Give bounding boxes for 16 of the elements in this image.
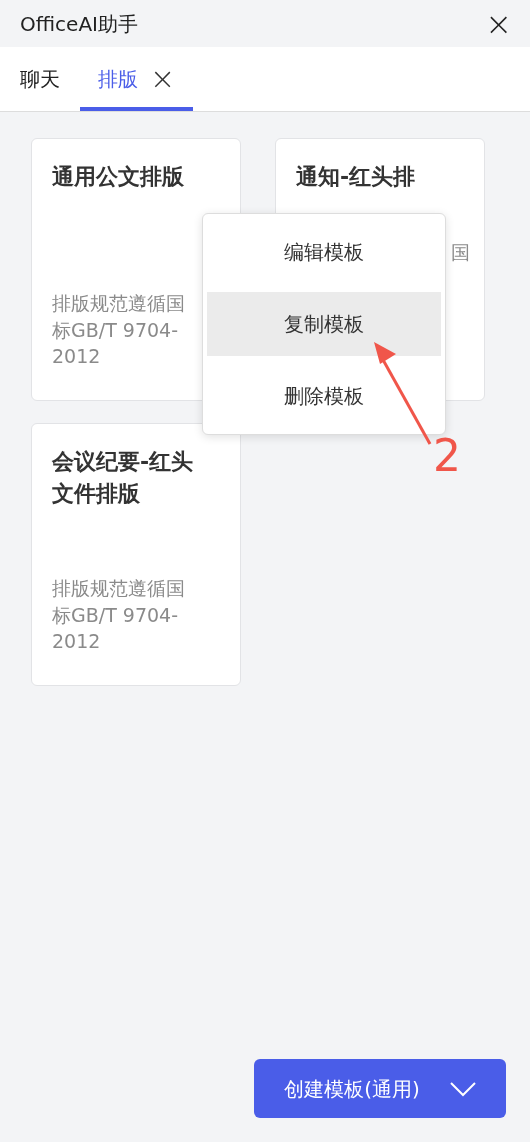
create-template-button[interactable]: 创建模板(通用) bbox=[254, 1059, 506, 1118]
card-title: 通知-红头排 bbox=[296, 163, 417, 191]
template-card[interactable]: 会议纪要-红头文件排版 排版规范遵循国标GB/T 9704-2012 bbox=[31, 423, 241, 686]
tab[interactable]: 排版 × bbox=[80, 47, 194, 111]
card-description: 排版规范遵循国标GB/T 9704-2012 bbox=[52, 576, 186, 655]
chevron-down-icon bbox=[449, 1080, 476, 1097]
card-description: 排版规范遵循国标GB/T 9704-2012 bbox=[52, 291, 186, 370]
window-title: OfficeAI助手 bbox=[20, 10, 138, 38]
close-button[interactable]: × bbox=[485, 7, 512, 40]
menu-item[interactable]: 复制模板 bbox=[207, 292, 441, 356]
card-description: 国 bbox=[451, 239, 470, 265]
card-title: 会议纪要-红头文件排版 bbox=[52, 448, 195, 508]
tab-close-button[interactable]: × bbox=[150, 64, 176, 94]
annotation-number: 2 bbox=[433, 434, 461, 478]
tab[interactable]: 聊天 bbox=[20, 47, 60, 111]
card-title: 通用公文排版 bbox=[52, 163, 185, 191]
